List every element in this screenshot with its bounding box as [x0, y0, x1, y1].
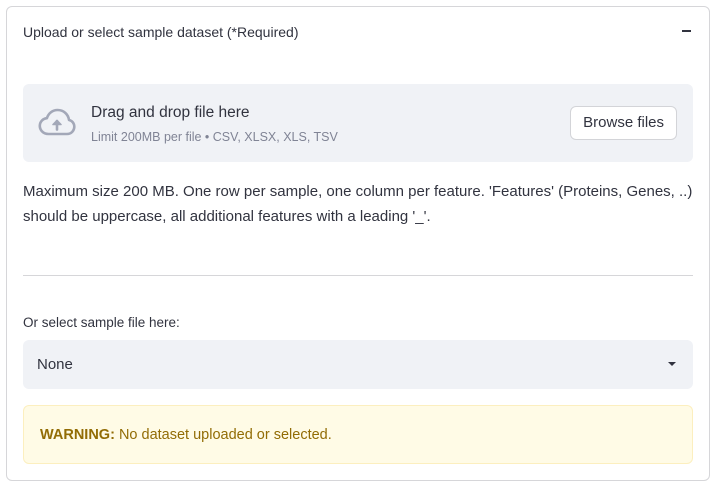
- chevron-down-icon[interactable]: [668, 362, 676, 366]
- cloud-upload-icon: [38, 108, 76, 136]
- divider: [23, 275, 693, 276]
- upload-expander: Upload or select sample dataset (*Requir…: [6, 6, 710, 481]
- sample-select-value: None: [37, 356, 73, 373]
- browse-files-button[interactable]: Browse files: [570, 106, 677, 140]
- dropzone-title: Drag and drop file here: [91, 104, 250, 121]
- minus-icon[interactable]: [682, 30, 691, 32]
- expander-header[interactable]: Upload or select sample dataset (*Requir…: [7, 7, 709, 55]
- dropzone-limit-text: Limit 200MB per file • CSV, XLSX, XLS, T…: [91, 130, 338, 144]
- warning-alert: WARNING: No dataset uploaded or selected…: [23, 405, 693, 464]
- sample-select-label: Or select sample file here:: [23, 315, 180, 330]
- sample-file-select[interactable]: None: [23, 340, 693, 389]
- file-dropzone[interactable]: Drag and drop file here Limit 200MB per …: [23, 84, 693, 162]
- warning-prefix: WARNING:: [40, 427, 115, 443]
- upload-help-text: Maximum size 200 MB. One row per sample,…: [23, 183, 693, 225]
- expander-title: Upload or select sample dataset (*Requir…: [23, 24, 299, 40]
- warning-text: WARNING: No dataset uploaded or selected…: [40, 425, 332, 445]
- warning-message: No dataset uploaded or selected.: [118, 427, 332, 443]
